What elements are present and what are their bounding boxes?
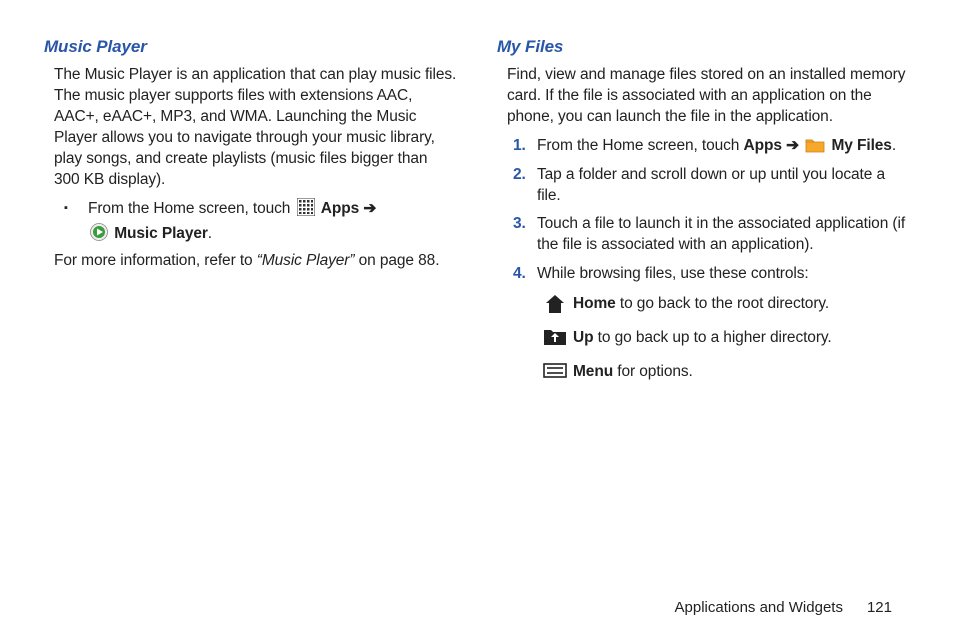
bullet-body: From the Home screen, touch Apps ➔: [88, 198, 457, 220]
left-column: Music Player The Music Player is an appl…: [44, 36, 457, 587]
step-post: .: [892, 137, 896, 154]
manual-page: Music Player The Music Player is an appl…: [0, 0, 954, 636]
step-body: From the Home screen, touch Apps ➔ My Fi…: [537, 136, 910, 157]
step-number: 3.: [513, 214, 537, 256]
step-number: 2.: [513, 165, 537, 207]
page-footer: Applications and Widgets 121: [44, 587, 910, 616]
control-up: Up to go back up to a higher directory.: [537, 327, 910, 349]
menu-icon: [537, 361, 573, 379]
music-player-label: Music Player: [114, 225, 208, 242]
home-icon: [537, 293, 573, 315]
cross-reference: For more information, refer to “Music Pl…: [54, 251, 457, 272]
bullet-item: ▪ From the Home screen, touch Apps ➔: [64, 198, 457, 220]
columns: Music Player The Music Player is an appl…: [44, 36, 910, 587]
period: .: [208, 225, 212, 242]
my-files-label: My Files: [831, 137, 891, 154]
control-text: Up to go back up to a higher directory.: [573, 327, 910, 349]
step-number: 4.: [513, 264, 537, 285]
ref-post: on page 88.: [354, 252, 439, 269]
bullet-marker: ▪: [64, 198, 88, 220]
control-home: Home to go back to the root directory.: [537, 293, 910, 315]
footer-page-number: 121: [867, 599, 892, 616]
footer-section: Applications and Widgets: [675, 599, 843, 616]
right-column: My Files Find, view and manage files sto…: [497, 36, 910, 587]
heading-music-player: Music Player: [44, 36, 457, 59]
step-body: While browsing files, use these controls…: [537, 264, 910, 285]
control-desc: for options.: [613, 363, 693, 380]
step-2: 2. Tap a folder and scroll down or up un…: [513, 165, 910, 207]
music-player-intro: The Music Player is an application that …: [54, 65, 457, 191]
control-text: Home to go back to the root directory.: [573, 293, 910, 315]
control-text: Menu for options.: [573, 361, 910, 383]
apps-grid-icon: [297, 198, 315, 216]
arrow-icon: ➔: [786, 137, 799, 154]
control-name: Home: [573, 295, 616, 312]
step-1: 1. From the Home screen, touch Apps ➔ My…: [513, 136, 910, 157]
my-files-intro: Find, view and manage files stored on an…: [507, 65, 910, 128]
folder-icon: [805, 137, 825, 153]
step-number: 1.: [513, 136, 537, 157]
apps-label: Apps: [321, 200, 359, 217]
step-3: 3. Touch a file to launch it in the asso…: [513, 214, 910, 256]
step-pre: From the Home screen, touch: [537, 137, 744, 154]
arrow-icon: ➔: [363, 200, 376, 217]
control-name: Up: [573, 329, 593, 346]
control-desc: to go back to the root directory.: [616, 295, 829, 312]
apps-label: Apps: [744, 137, 782, 154]
bullet-text-pre: From the Home screen, touch: [88, 200, 295, 217]
heading-my-files: My Files: [497, 36, 910, 59]
music-player-icon: [90, 223, 108, 241]
step-4: 4. While browsing files, use these contr…: [513, 264, 910, 285]
ref-pre: For more information, refer to: [54, 252, 257, 269]
bullet-continuation: Music Player.: [88, 223, 457, 245]
control-name: Menu: [573, 363, 613, 380]
up-folder-icon: [537, 327, 573, 347]
step-body: Tap a folder and scroll down or up until…: [537, 165, 910, 207]
ref-title: “Music Player”: [257, 252, 355, 269]
step-body: Touch a file to launch it in the associa…: [537, 214, 910, 256]
control-menu: Menu for options.: [537, 361, 910, 383]
control-desc: to go back up to a higher directory.: [593, 329, 831, 346]
